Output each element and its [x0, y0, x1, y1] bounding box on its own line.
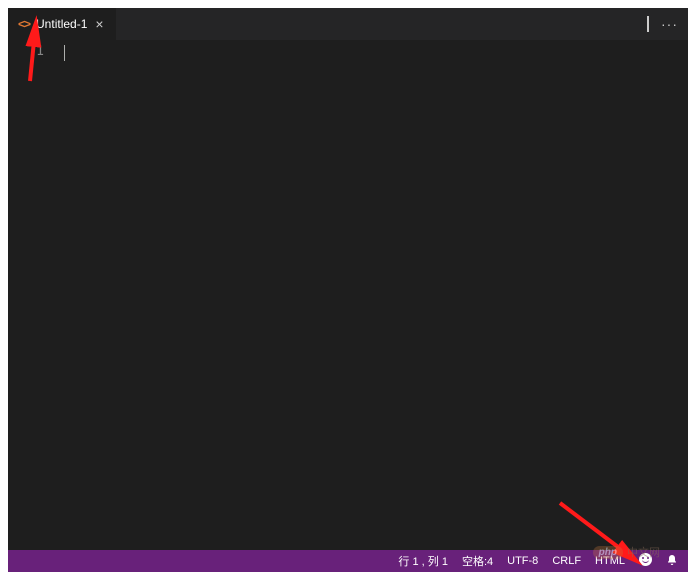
- html-file-icon: <>: [18, 17, 30, 31]
- watermark: php 中文网: [593, 544, 660, 560]
- editor-actions: ···: [637, 8, 688, 40]
- status-bar: 行 1 , 列 1 空格:4 UTF-8 CRLF HTML: [8, 550, 688, 572]
- bell-icon: [666, 554, 678, 566]
- tab-bar: <> Untitled-1 × ···: [8, 8, 688, 40]
- split-editor-icon: [647, 16, 649, 32]
- text-cursor: [64, 45, 65, 61]
- eol[interactable]: CRLF: [552, 555, 581, 567]
- code-area[interactable]: [58, 40, 688, 550]
- tab-label: Untitled-1: [36, 17, 87, 31]
- vscode-window: <> Untitled-1 × ··· 1 行 1 , 列 1 空格:4 UTF…: [8, 8, 688, 572]
- watermark-badge: php: [593, 546, 623, 559]
- encoding[interactable]: UTF-8: [507, 555, 538, 567]
- indentation[interactable]: 空格:4: [462, 553, 493, 569]
- split-editor-button[interactable]: [647, 17, 649, 31]
- close-icon[interactable]: ×: [93, 17, 105, 31]
- more-actions-button[interactable]: ···: [661, 16, 678, 32]
- tab-untitled-1[interactable]: <> Untitled-1 ×: [8, 8, 117, 40]
- line-number-gutter: 1: [8, 40, 58, 550]
- editor-area[interactable]: 1: [8, 40, 688, 550]
- cursor-position[interactable]: 行 1 , 列 1: [398, 553, 448, 569]
- notifications-button[interactable]: [666, 554, 678, 569]
- line-number: 1: [8, 44, 44, 59]
- watermark-text: 中文网: [627, 544, 660, 560]
